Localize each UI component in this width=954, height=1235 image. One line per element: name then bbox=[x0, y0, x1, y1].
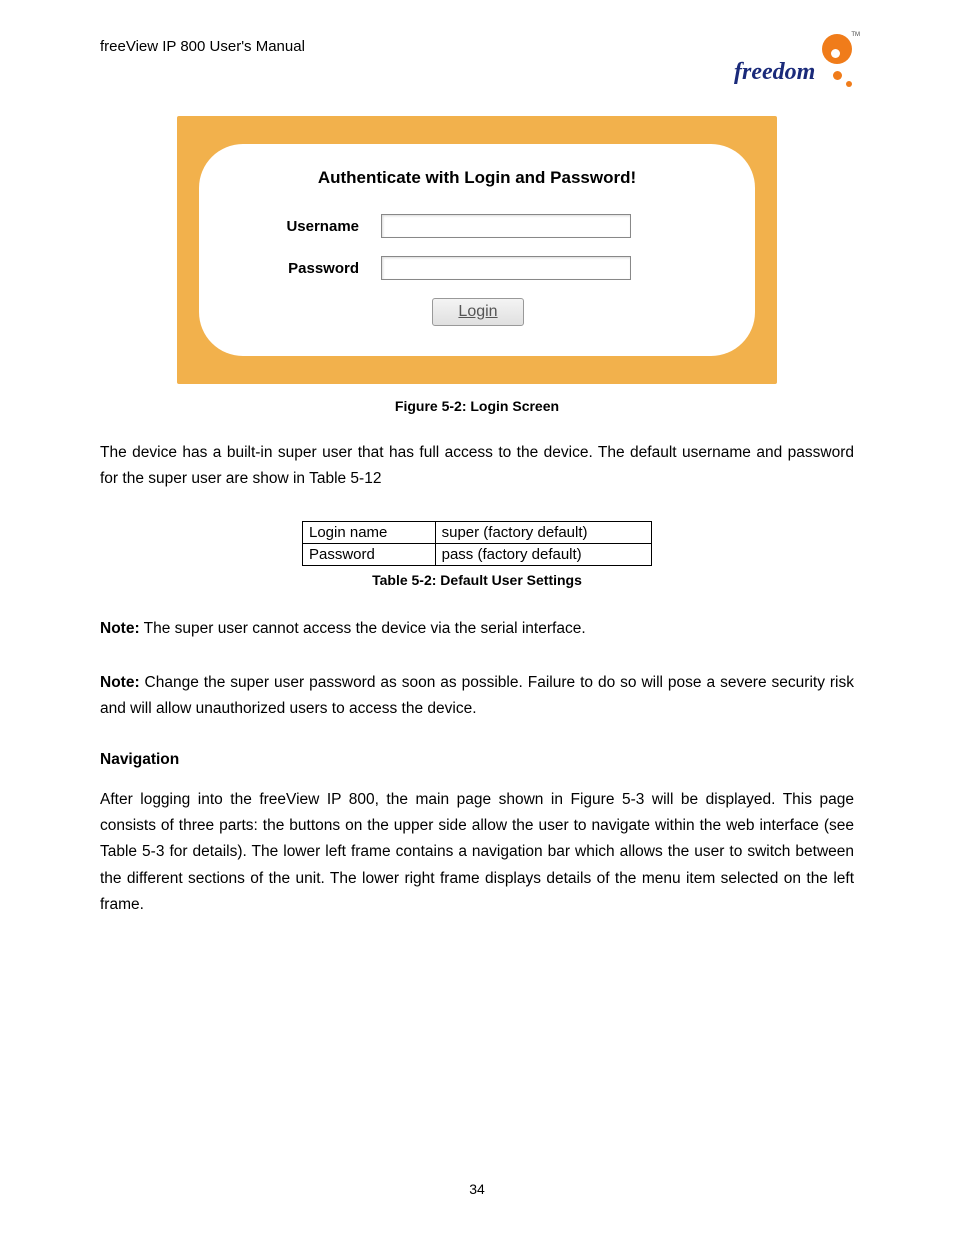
table-cell-value: pass (factory default) bbox=[435, 543, 651, 565]
note-label: Note: bbox=[100, 620, 140, 637]
login-card: Authenticate with Login and Password! Us… bbox=[199, 144, 755, 356]
note-label: Note: bbox=[100, 674, 140, 691]
manual-title: freeView IP 800 User's Manual bbox=[100, 32, 305, 55]
table-caption: Table 5-2: Default User Settings bbox=[100, 572, 854, 588]
password-label: Password bbox=[229, 260, 359, 277]
note-paragraph: Note: Change the super user password as … bbox=[100, 670, 854, 723]
table-cell-key: Login name bbox=[303, 521, 436, 543]
username-label: Username bbox=[229, 218, 359, 235]
password-input[interactable] bbox=[381, 256, 631, 280]
brand-logo: freedom TM bbox=[734, 32, 854, 92]
username-row: Username bbox=[229, 214, 725, 238]
note-text: The super user cannot access the device … bbox=[140, 620, 586, 637]
logo-dot-icon bbox=[846, 81, 852, 87]
table-cell-key: Password bbox=[303, 543, 436, 565]
body-paragraph: After logging into the freeView IP 800, … bbox=[100, 787, 854, 919]
section-heading-navigation: Navigation bbox=[100, 751, 854, 769]
login-heading: Authenticate with Login and Password! bbox=[229, 168, 725, 188]
body-paragraph: The device has a built-in super user tha… bbox=[100, 440, 854, 493]
login-button[interactable]: Login bbox=[432, 298, 524, 326]
logo-dot-icon bbox=[833, 71, 842, 80]
note-text: Change the super user password as soon a… bbox=[100, 674, 854, 717]
trademark-icon: TM bbox=[851, 32, 860, 38]
username-input[interactable] bbox=[381, 214, 631, 238]
page-number: 34 bbox=[0, 1181, 954, 1197]
note-paragraph: Note: The super user cannot access the d… bbox=[100, 616, 854, 642]
login-screen-figure: Authenticate with Login and Password! Us… bbox=[177, 116, 777, 384]
table-row: Password pass (factory default) bbox=[303, 543, 652, 565]
default-credentials-table: Login name super (factory default) Passw… bbox=[302, 521, 652, 566]
figure-caption: Figure 5-2: Login Screen bbox=[100, 398, 854, 414]
login-button-row: Login bbox=[229, 298, 725, 326]
document-header: freeView IP 800 User's Manual freedom TM bbox=[100, 32, 854, 92]
table-cell-value: super (factory default) bbox=[435, 521, 651, 543]
password-row: Password bbox=[229, 256, 725, 280]
logo-nine-icon bbox=[822, 34, 852, 64]
table-row: Login name super (factory default) bbox=[303, 521, 652, 543]
logo-text: freedom bbox=[734, 59, 815, 86]
